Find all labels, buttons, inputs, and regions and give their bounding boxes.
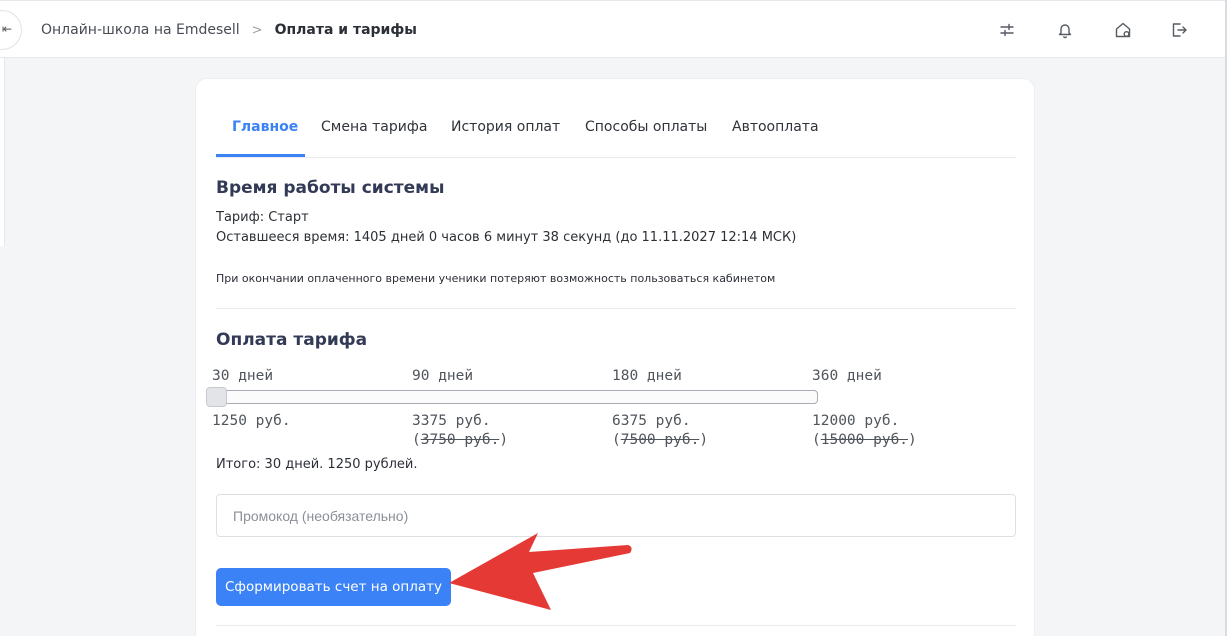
- tab-change-tariff[interactable]: Смена тарифа: [321, 119, 427, 135]
- breadcrumb-separator: >: [251, 22, 263, 38]
- expiry-note: При окончании оплаченного времени ученик…: [216, 272, 776, 285]
- plan-price: 6375 руб.: [612, 413, 691, 429]
- left-rail: [0, 58, 5, 246]
- plan-label: 90 дней: [412, 368, 474, 384]
- remaining-time-text: Оставшееся время: 1405 дней 0 часов 6 ми…: [216, 230, 797, 245]
- plan-label: 360 дней: [812, 368, 882, 384]
- duration-slider-thumb[interactable]: [206, 387, 227, 407]
- plan-old-price: (7500 руб.): [612, 432, 709, 448]
- generate-invoice-button[interactable]: Сформировать счет на оплату: [216, 568, 451, 606]
- collapse-sidebar-button[interactable]: ⇤: [0, 10, 22, 50]
- old-price-value: 3750 руб.: [420, 432, 500, 448]
- tab-bar: Главное Смена тарифа История оплат Спосо…: [216, 79, 1016, 158]
- sliders-icon[interactable]: [997, 20, 1017, 40]
- old-price-value: 15000 руб.: [820, 432, 909, 448]
- tab-autopay[interactable]: Автооплата: [732, 119, 819, 135]
- plan-price: 12000 руб.: [812, 413, 900, 429]
- section-divider: [216, 308, 1016, 309]
- duration-slider-track[interactable]: [212, 390, 818, 404]
- section-divider: [216, 625, 1016, 626]
- plan-old-price: (3750 руб.): [412, 432, 509, 448]
- tab-main[interactable]: Главное: [232, 119, 298, 135]
- breadcrumb: Онлайн-школа на Emdesell > Оплата и тари…: [41, 22, 417, 38]
- collapse-icon: ⇤: [1, 22, 12, 36]
- tab-payment-history[interactable]: История оплат: [451, 119, 560, 135]
- plan-label: 30 дней: [212, 368, 274, 384]
- active-tab-indicator: [216, 154, 305, 157]
- breadcrumb-current: Оплата и тарифы: [274, 22, 417, 38]
- red-arrow-annotation: [449, 533, 632, 610]
- bell-icon[interactable]: [1055, 20, 1075, 40]
- top-bar: ⇤ Онлайн-школа на Emdesell > Оплата и та…: [0, 0, 1227, 58]
- plan-price: 3375 руб.: [412, 413, 491, 429]
- plan-price: 1250 руб.: [212, 413, 291, 429]
- system-time-title: Время работы системы: [216, 178, 445, 198]
- total-text: Итого: 30 дней. 1250 рублей.: [216, 457, 418, 472]
- logout-icon[interactable]: [1169, 20, 1189, 40]
- tariff-text: Тариф: Старт: [216, 210, 309, 225]
- plan-old-price: (15000 руб.): [812, 432, 917, 448]
- plan-label: 180 дней: [612, 368, 682, 384]
- payment-title: Оплата тарифа: [216, 330, 368, 350]
- home-settings-icon[interactable]: [1113, 20, 1133, 40]
- tab-payment-methods[interactable]: Способы оплаты: [585, 119, 707, 135]
- old-price-value: 7500 руб.: [620, 432, 700, 448]
- breadcrumb-parent-link[interactable]: Онлайн-школа на Emdesell: [41, 22, 240, 38]
